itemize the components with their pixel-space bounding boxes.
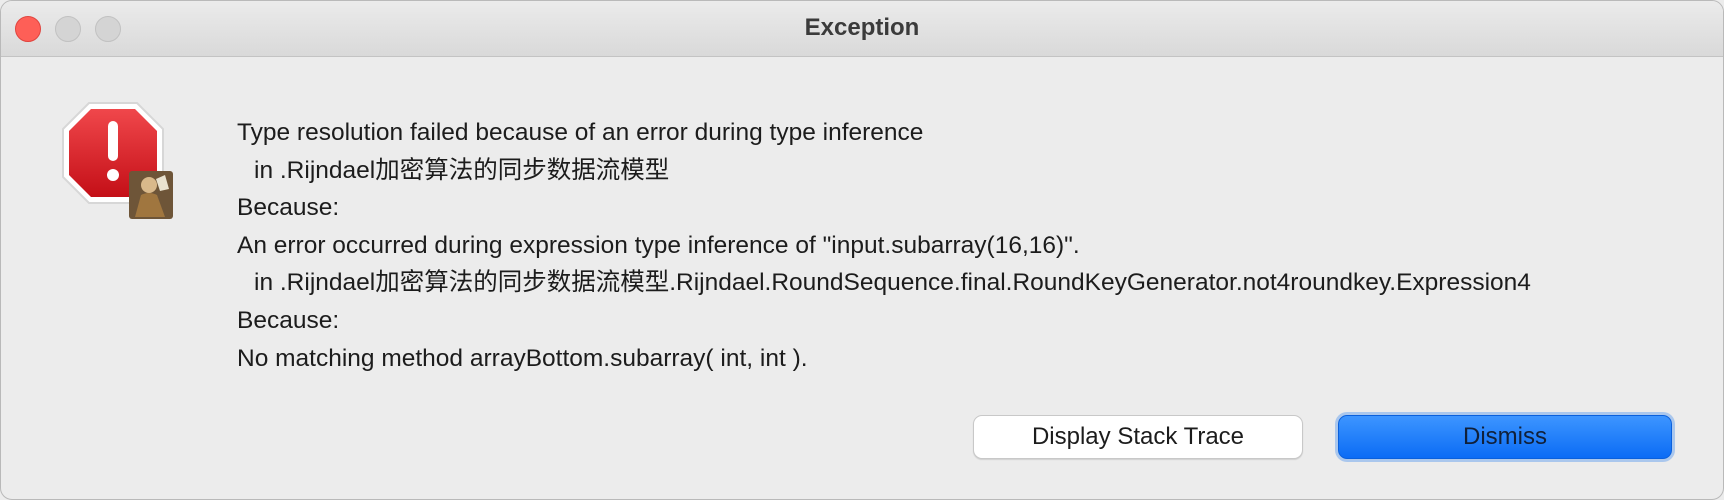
message-line: Because: — [237, 306, 340, 334]
error-stop-icon — [62, 102, 173, 219]
message-line: in .Rijndael加密算法的同步数据流模型.Rijndael.RoundS… — [254, 269, 1531, 297]
message-line: No matching method arrayBottom.subarray(… — [237, 344, 808, 372]
message-line: Because: — [237, 194, 340, 222]
app-badge-icon — [129, 171, 173, 219]
error-message: Type resolution failed because of an err… — [237, 114, 1697, 377]
title-bar: Exception — [1, 1, 1723, 57]
display-stack-trace-button[interactable]: Display Stack Trace — [973, 415, 1303, 459]
message-line: in .Rijndael加密算法的同步数据流模型 — [254, 156, 670, 184]
message-line: Type resolution failed because of an err… — [237, 119, 924, 146]
exception-dialog-window: Exception Type resolution failed because… — [0, 0, 1724, 500]
dismiss-button[interactable]: Dismiss — [1338, 415, 1672, 459]
window-title: Exception — [804, 14, 920, 41]
message-line: An error occurred during expression type… — [237, 231, 1080, 259]
